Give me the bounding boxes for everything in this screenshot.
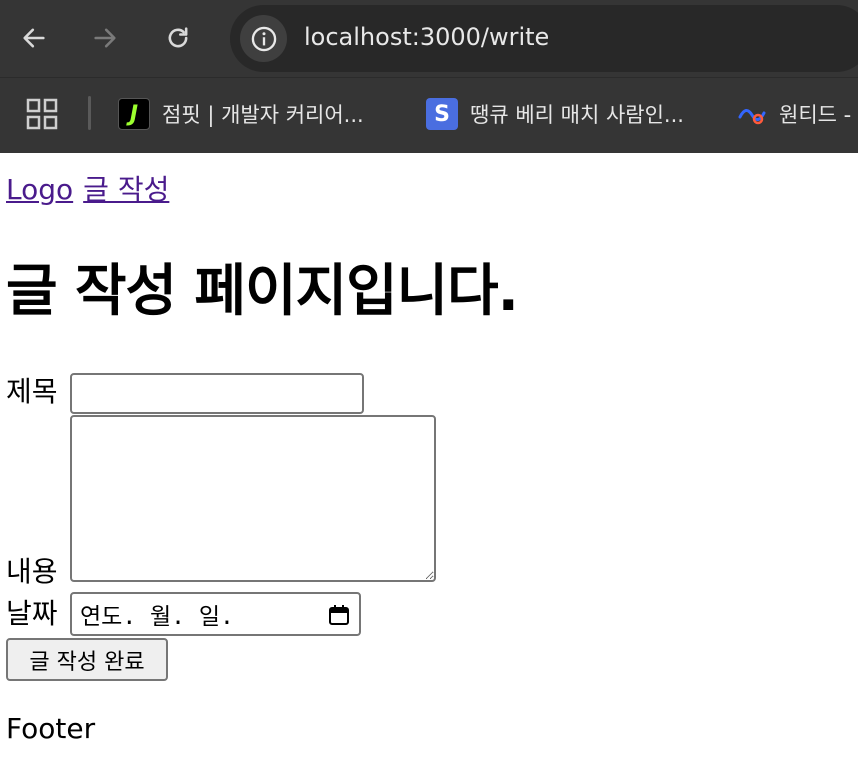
apps-grid-icon[interactable] (26, 98, 58, 130)
title-label: 제목 (6, 375, 58, 408)
reload-button[interactable] (160, 20, 196, 56)
date-input[interactable]: 연도. 월. 일. (70, 592, 361, 636)
bookmark-label: 땡큐 베리 매치 사람인... (470, 103, 684, 127)
content-textarea[interactable] (70, 415, 436, 582)
page-content: Logo 글 작성 글 작성 페이지입니다. 제목 내용 날짜 연도. 월. 일.… (0, 154, 858, 770)
reload-icon (168, 27, 188, 48)
content-label: 내용 (6, 555, 58, 588)
bookmarks-divider (88, 96, 91, 130)
bookmark-jumpit[interactable]: J 점핏 | 개발자 커리어... (118, 96, 364, 132)
wanted-icon (735, 98, 767, 130)
info-icon (251, 26, 276, 51)
title-input[interactable] (70, 373, 364, 414)
wanted-logo-icon (738, 109, 766, 125)
back-button[interactable] (16, 20, 52, 56)
jumpit-icon: J (118, 98, 150, 130)
browser-toolbar: localhost:3000/write (0, 0, 858, 77)
calendar-icon[interactable] (327, 603, 351, 627)
logo-link[interactable]: Logo (6, 173, 73, 206)
footer: Footer (6, 712, 96, 745)
header-nav: Logo 글 작성 (6, 168, 179, 208)
forward-button[interactable] (87, 20, 123, 56)
bookmark-wanted[interactable]: 원티드 - (735, 96, 851, 132)
submit-button[interactable]: 글 작성 완료 (6, 638, 168, 681)
saramin-icon: S (426, 98, 458, 130)
bookmark-label: 점핏 | 개발자 커리어... (162, 103, 364, 127)
bookmarks-bar: J 점핏 | 개발자 커리어... S 땡큐 베리 매치 사람인... 원티드 … (0, 77, 858, 153)
write-link[interactable]: 글 작성 (83, 173, 169, 206)
url-text[interactable]: localhost:3000/write (304, 23, 549, 51)
arrow-left-icon (23, 28, 45, 48)
bookmark-saramin[interactable]: S 땡큐 베리 매치 사람인... (426, 96, 684, 132)
site-info-button[interactable] (240, 15, 287, 62)
date-label: 날짜 (6, 597, 58, 630)
date-placeholder: 연도. 월. 일. (80, 604, 234, 630)
address-bar[interactable]: localhost:3000/write (230, 5, 858, 72)
arrow-right-icon (94, 28, 116, 48)
bookmark-label: 원티드 - (779, 103, 852, 127)
page-title: 글 작성 페이지입니다. (6, 259, 519, 324)
